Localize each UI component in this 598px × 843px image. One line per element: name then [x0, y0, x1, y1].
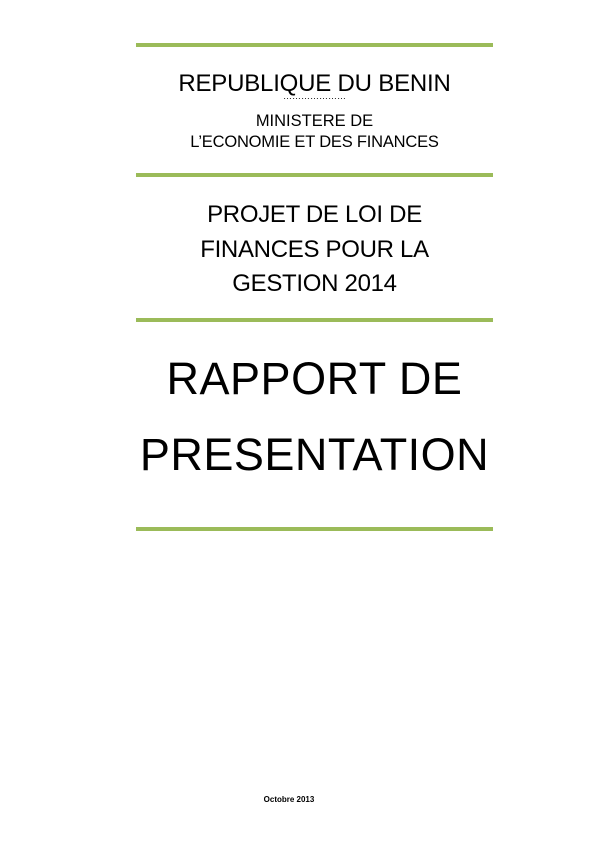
project-title-line-1: PROJET DE LOI DE	[207, 201, 422, 228]
project-title-line-3: GESTION 2014	[232, 270, 397, 297]
bottom-divider	[136, 527, 493, 531]
ministry-line-1: MINISTERE DE	[255, 112, 374, 130]
top-divider	[136, 43, 493, 47]
report-title-line-2: PRESENTATION	[139, 429, 490, 480]
ministry-line-2: L’ECONOMIE ET DES FINANCES	[190, 133, 439, 151]
report-title-line-1: RAPPORT DE	[166, 353, 463, 404]
project-title-line-2: FINANCES POUR LA	[200, 236, 429, 263]
header-divider	[136, 173, 493, 177]
project-divider	[136, 318, 493, 322]
publication-date: Octobre 2013	[263, 795, 315, 804]
dotted-separator: …………………	[283, 91, 346, 101]
